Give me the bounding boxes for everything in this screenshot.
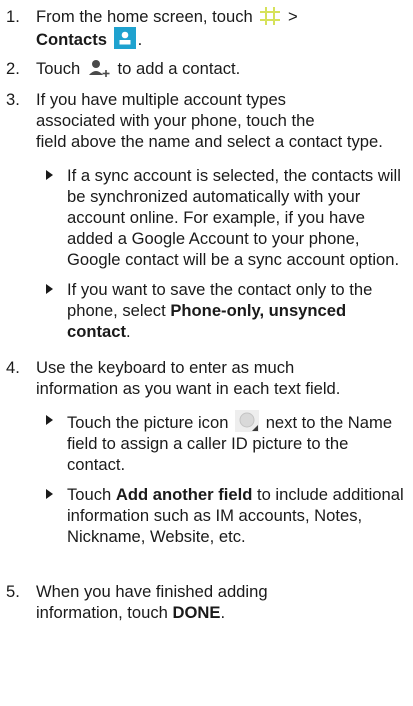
step-3: 3. If you have multiple account types as… (0, 89, 405, 155)
bullet-item: If you want to save the contact only to … (36, 279, 405, 343)
bullet-arrow-icon (46, 489, 53, 499)
instruction-page: 1. From the home screen, touch > Contact… (0, 0, 413, 706)
contact-picture-icon (235, 410, 260, 432)
bullet-arrow-icon (46, 415, 53, 425)
bullet-item: If a sync account is selected, the conta… (36, 165, 405, 271)
step-2: 2. Touch to add a contact. (0, 58, 405, 80)
step-text: Touch to add a contact. (36, 59, 241, 78)
bullet-arrow-icon (46, 284, 53, 294)
step-1: 1. From the home screen, touch > Contact… (0, 6, 405, 50)
step-number: 4. (6, 358, 20, 377)
step-number: 5. (6, 582, 20, 601)
bullet-arrow-icon (46, 170, 53, 180)
apps-grid-icon (260, 7, 281, 25)
step-number: 2. (6, 59, 20, 78)
step-text: If you have multiple account types assoc… (36, 90, 383, 151)
step-5: 5. When you have finished adding informa… (0, 581, 405, 625)
step-number: 3. (6, 90, 20, 109)
step-text: Use the keyboard to enter as much inform… (36, 358, 341, 398)
bullet-item: Touch Add another field to include addit… (36, 484, 405, 570)
add-contact-icon (88, 60, 110, 77)
step-number: 1. (6, 7, 20, 26)
contacts-app-icon (113, 27, 136, 49)
bullet-item: Touch the picture icon next to the Name … (36, 410, 405, 474)
step-text: From the home screen, touch > Contacts . (36, 7, 298, 49)
step-text: When you have finished adding informatio… (36, 582, 268, 622)
step-4: 4. Use the keyboard to enter as much inf… (0, 357, 405, 401)
